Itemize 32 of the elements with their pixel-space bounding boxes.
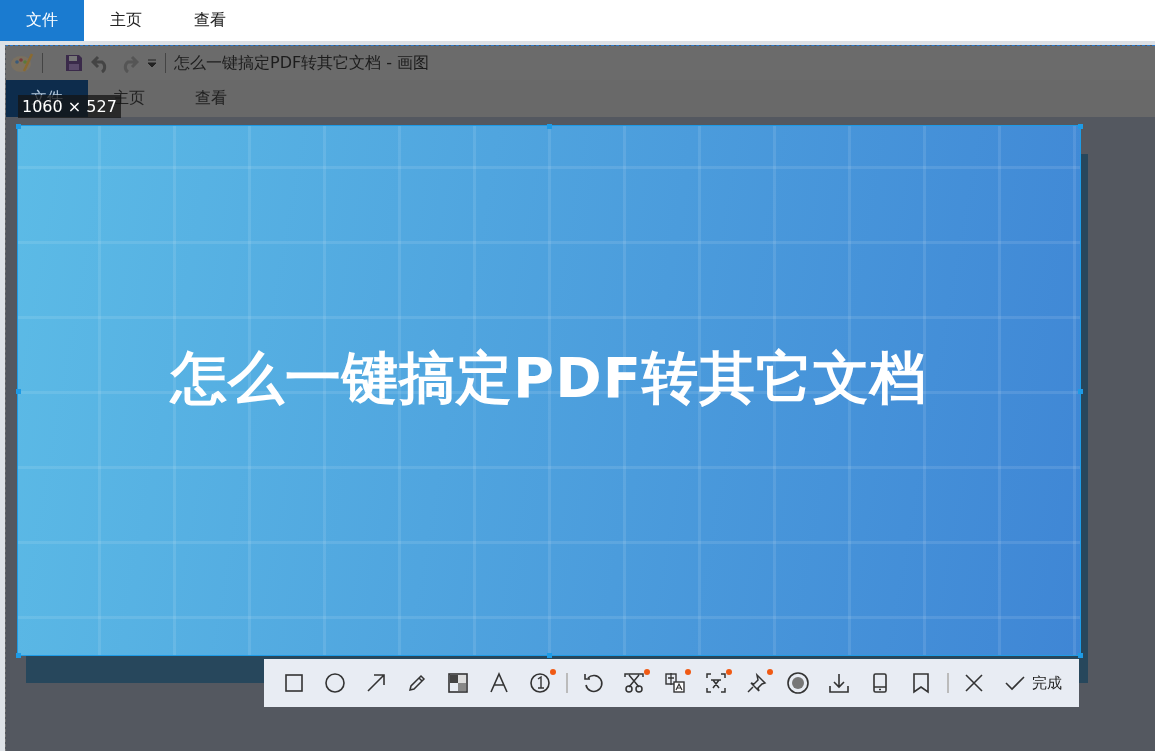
number-marker-icon	[529, 672, 551, 694]
rectangle-tool-icon	[283, 672, 305, 694]
text-tool-icon	[488, 672, 510, 694]
resize-handle[interactable]	[547, 124, 552, 129]
save-icon[interactable]	[65, 54, 83, 72]
download-icon	[828, 672, 850, 694]
dropdown-caret-icon[interactable]	[147, 58, 157, 68]
pencil-tool-icon	[406, 672, 428, 694]
undo-icon	[582, 672, 604, 694]
text-recognition-icon	[705, 672, 727, 694]
pin-icon	[746, 672, 768, 694]
resize-handle[interactable]	[1078, 388, 1083, 394]
translate-icon	[664, 672, 686, 694]
resize-handle[interactable]	[1078, 653, 1083, 658]
arrow-tool-icon	[365, 672, 387, 694]
scissors-icon	[623, 672, 645, 694]
resize-handle[interactable]	[16, 124, 21, 129]
resize-handle[interactable]	[16, 653, 21, 658]
resize-handle[interactable]	[1078, 124, 1083, 129]
bookmark-icon	[910, 672, 932, 694]
record-icon	[787, 672, 809, 694]
banner-title: 怎么一键搞定PDF转其它文档	[171, 344, 927, 412]
done-button[interactable]: 完成	[995, 663, 1071, 703]
mosaic-tool-icon	[447, 672, 469, 694]
window-title: 怎么一键搞定PDF转其它文档 - 画图	[174, 52, 430, 74]
circle-tool-icon	[324, 672, 346, 694]
menu-tab[interactable]: 文件	[0, 0, 84, 41]
close-icon	[963, 672, 985, 694]
resize-handle[interactable]	[547, 653, 552, 658]
menu-tab[interactable]: 查看	[168, 0, 252, 41]
resize-handle[interactable]	[16, 388, 21, 394]
menu-tab[interactable]: 主页	[84, 0, 168, 41]
